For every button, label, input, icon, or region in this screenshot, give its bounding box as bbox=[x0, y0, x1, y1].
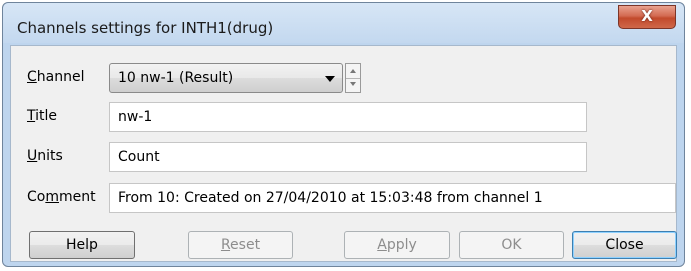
close-icon: X bbox=[641, 7, 653, 25]
chevron-down-icon bbox=[325, 76, 335, 82]
title-label: Title bbox=[27, 108, 58, 124]
comment-label: Comment bbox=[27, 189, 96, 205]
dialog-window: Channels settings for INTH1(drug) X Chan… bbox=[2, 2, 685, 267]
title-field[interactable]: nw-1 bbox=[109, 102, 587, 132]
units-field[interactable]: Count bbox=[109, 142, 587, 172]
channel-dropdown[interactable]: 10 nw-1 (Result) bbox=[109, 63, 343, 93]
apply-button[interactable]: Apply bbox=[344, 231, 450, 259]
window-title: Channels settings for INTH1(drug) bbox=[17, 19, 274, 37]
help-button[interactable]: Help bbox=[29, 231, 135, 259]
spin-up-button[interactable] bbox=[346, 64, 360, 79]
window-close-button[interactable]: X bbox=[618, 5, 676, 29]
reset-button[interactable]: Reset bbox=[188, 231, 293, 259]
units-label: Units bbox=[27, 148, 63, 164]
comment-field[interactable]: From 10: Created on 27/04/2010 at 15:03:… bbox=[109, 183, 676, 213]
channel-spinner[interactable] bbox=[345, 63, 361, 93]
channel-label: Channel bbox=[27, 69, 85, 85]
spin-down-button[interactable] bbox=[346, 78, 360, 92]
channel-selected-value: 10 nw-1 (Result) bbox=[118, 70, 234, 86]
ok-button[interactable]: OK bbox=[459, 231, 564, 259]
close-button[interactable]: Close bbox=[572, 231, 677, 259]
title-bar[interactable]: Channels settings for INTH1(drug) X bbox=[3, 3, 684, 43]
